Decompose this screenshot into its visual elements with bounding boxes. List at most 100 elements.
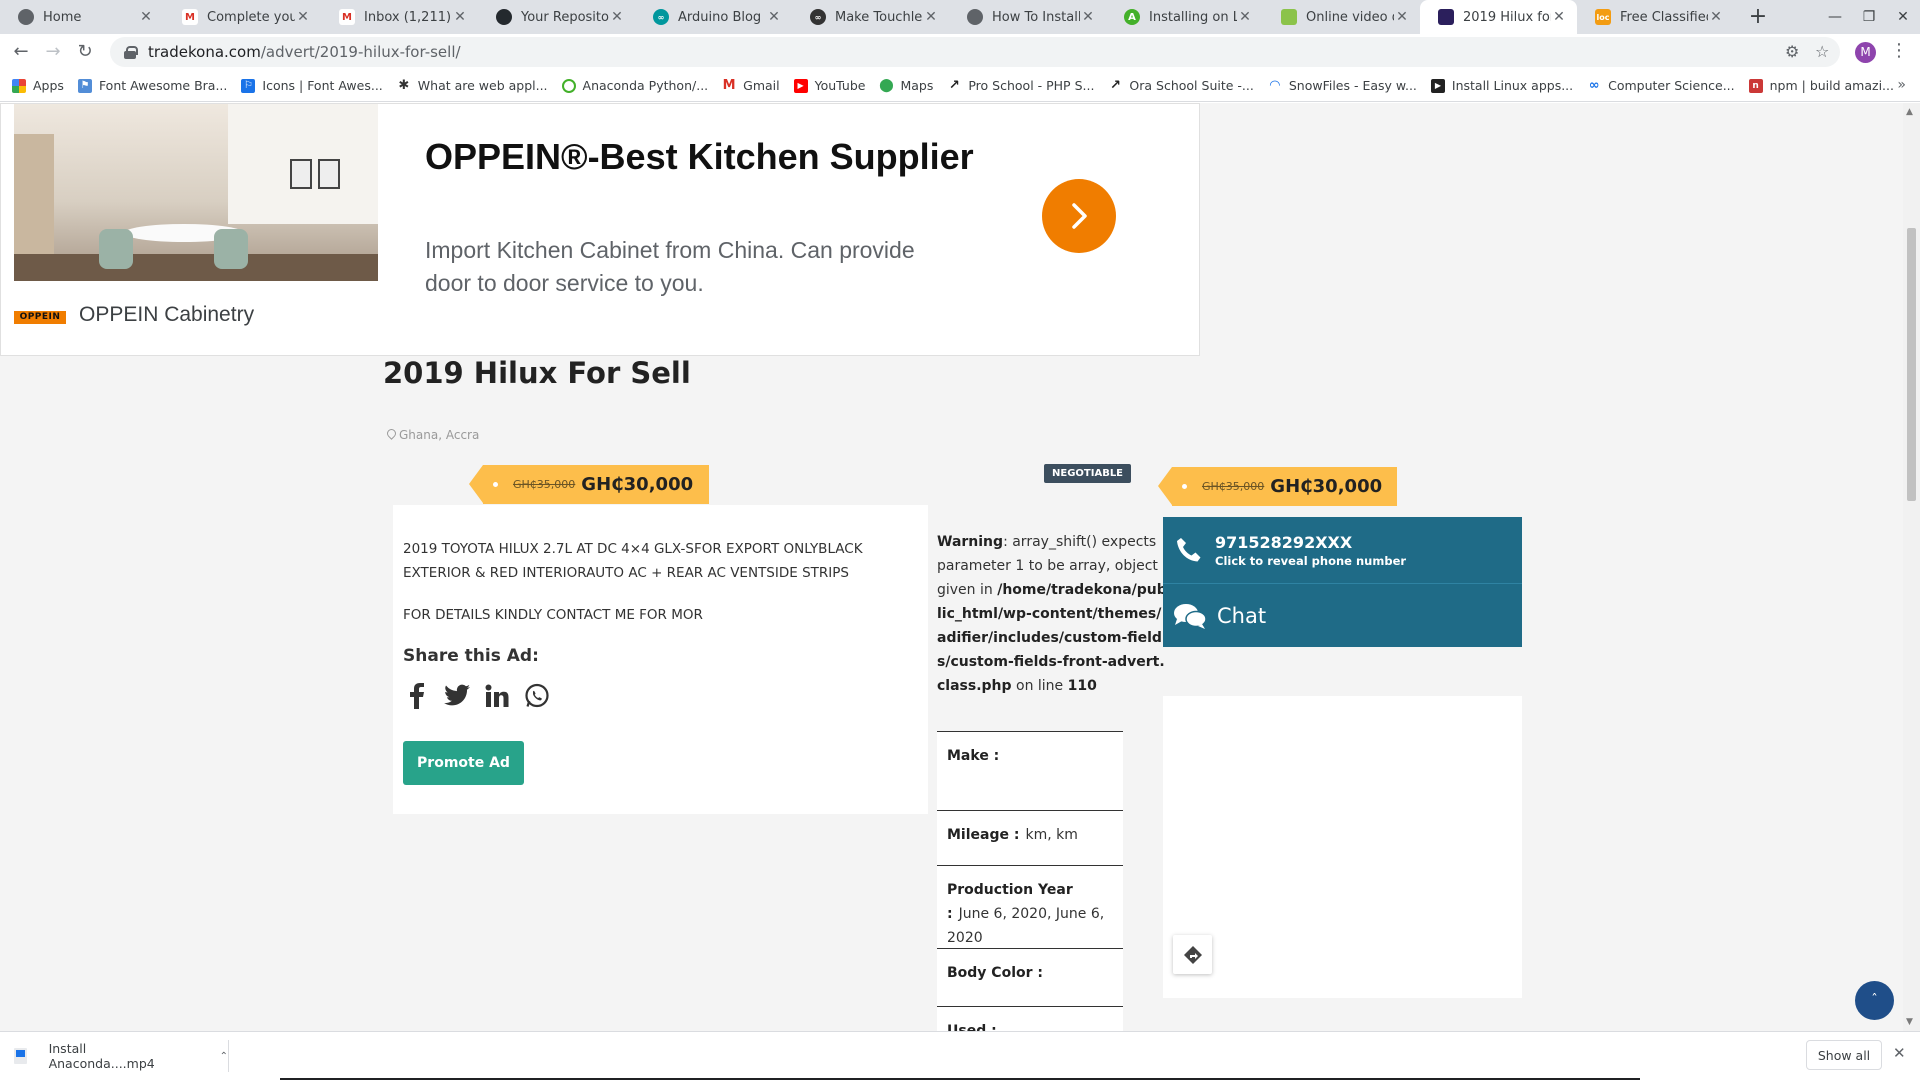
close-icon[interactable]: ✕ xyxy=(923,9,939,25)
page-viewport: OPPEIN®-Best Kitchen Supplier Import Kit… xyxy=(0,103,1903,1031)
linkedin-icon[interactable] xyxy=(483,682,511,710)
address-bar[interactable]: tradekona.com/advert/2019-hilux-for-sell… xyxy=(110,37,1840,67)
close-icon[interactable]: ✕ xyxy=(1237,9,1253,25)
bookmark-pro-school[interactable]: ↗ Pro School - PHP S... xyxy=(947,78,1095,93)
close-icon[interactable]: ✕ xyxy=(1551,9,1567,25)
ad-kitchen-image[interactable] xyxy=(14,104,378,281)
close-icon[interactable]: ✕ xyxy=(138,9,154,25)
tab-how-to-install[interactable]: How To Install th... ✕ xyxy=(949,0,1106,34)
globe-icon xyxy=(18,9,34,25)
spec-value: km, km xyxy=(1025,827,1078,843)
more-bookmarks-icon[interactable]: » xyxy=(1897,77,1906,93)
reveal-phone-button[interactable]: 971528292XXX Click to reveal phone numbe… xyxy=(1163,517,1522,584)
bookmark-ora-school[interactable]: ↗ Ora School Suite -... xyxy=(1108,78,1254,93)
tag-hole xyxy=(493,482,498,487)
bookmark-maps[interactable]: ⬤ Maps xyxy=(879,78,933,93)
bookmark-icons-font-awesome[interactable]: ⚐ Icons | Font Awes... xyxy=(241,78,383,93)
new-tab-button[interactable]: + xyxy=(1745,4,1771,30)
price-new: GH₵30,000 xyxy=(581,474,694,495)
close-icon[interactable]: ✕ xyxy=(766,9,782,25)
tab-inbox[interactable]: M Inbox (1,211) - a... ✕ xyxy=(321,0,478,34)
bookmark-font-awesome[interactable]: ⚑ Font Awesome Bra... xyxy=(77,78,227,93)
forward-button[interactable]: → xyxy=(40,39,66,65)
tab-complete-your[interactable]: M Complete your c... ✕ xyxy=(164,0,321,34)
ad-open-button[interactable] xyxy=(1042,179,1116,253)
scrollbar-thumb[interactable] xyxy=(1907,228,1916,501)
download-item[interactable]: Install Anaconda....mp4 ⌃ xyxy=(14,1040,229,1072)
bookmark-install-linux[interactable]: ▶ Install Linux apps... xyxy=(1430,78,1573,93)
pro-school-icon: ↗ xyxy=(948,78,960,93)
spec-body-color: Body Color : xyxy=(937,948,1123,1006)
show-all-downloads-button[interactable]: Show all xyxy=(1806,1040,1882,1070)
tab-arduino-blog[interactable]: ∞ Arduino Blog » A... ✕ xyxy=(635,0,792,34)
close-icon[interactable]: ✕ xyxy=(1708,9,1724,25)
close-download-shelf-icon[interactable]: ✕ xyxy=(1893,1044,1906,1062)
twitter-icon[interactable] xyxy=(443,682,471,710)
bookmark-star-icon[interactable]: ☆ xyxy=(1815,42,1829,61)
close-icon[interactable]: ✕ xyxy=(609,9,625,25)
reload-button[interactable]: ↻ xyxy=(72,39,98,65)
page-scrollbar[interactable]: ▲ ▼ xyxy=(1903,103,1920,1031)
chat-bubbles-icon xyxy=(1174,603,1207,629)
bookmark-label: Ora School Suite -... xyxy=(1129,78,1254,93)
bookmark-gmail[interactable]: M Gmail xyxy=(722,78,780,93)
close-icon[interactable]: ✕ xyxy=(1394,9,1410,25)
close-icon[interactable]: ✕ xyxy=(295,9,311,25)
window-close-button[interactable]: ✕ xyxy=(1886,0,1920,34)
bookmark-label: npm | build amazi... xyxy=(1769,78,1894,93)
snowfiles-icon: ◠ xyxy=(1269,78,1280,93)
terminal-icon: ▶ xyxy=(1430,78,1445,93)
arduino-icon: ∞ xyxy=(653,9,669,25)
chat-button[interactable]: Chat xyxy=(1163,584,1522,647)
scroll-down-icon[interactable]: ▼ xyxy=(1906,1017,1913,1027)
tab-make-touchless[interactable]: ∞ Make Touchless... ✕ xyxy=(792,0,949,34)
promote-ad-button[interactable]: Promote Ad xyxy=(403,741,524,785)
github-icon xyxy=(496,9,512,25)
ad-banner[interactable]: OPPEIN®-Best Kitchen Supplier Import Kit… xyxy=(0,103,1200,356)
share-title: Share this Ad: xyxy=(403,646,539,666)
tab-installing-linux[interactable]: A Installing on Linu... ✕ xyxy=(1106,0,1263,34)
bookmark-label: What are web appl... xyxy=(417,78,548,93)
back-button[interactable]: ← xyxy=(8,39,34,65)
tab-repositories[interactable]: Your Repositorie... ✕ xyxy=(478,0,635,34)
spec-key: Make : xyxy=(947,748,1000,764)
bookmark-npm[interactable]: n npm | build amazi... xyxy=(1748,78,1894,93)
minimize-button[interactable]: — xyxy=(1818,0,1852,34)
tab-online-video[interactable]: Online video dow... ✕ xyxy=(1263,0,1420,34)
chevron-up-icon[interactable]: ⌃ xyxy=(220,1051,228,1062)
bookmark-web-apps[interactable]: ✱ What are web appl... xyxy=(397,78,548,93)
tab-free-classifieds[interactable]: loc Free Classifieds... ✕ xyxy=(1577,0,1734,34)
lock-icon[interactable] xyxy=(124,46,138,59)
restore-button[interactable]: ❐ xyxy=(1852,0,1886,34)
close-icon[interactable]: ✕ xyxy=(452,9,468,25)
translate-icon[interactable]: ⚙ xyxy=(1785,42,1799,61)
close-icon[interactable]: ✕ xyxy=(1080,9,1096,25)
browser-menu-icon[interactable]: ⋮ xyxy=(1890,40,1908,61)
ad-title[interactable]: OPPEIN®-Best Kitchen Supplier xyxy=(425,136,974,178)
ad-brand-name[interactable]: OPPEIN Cabinetry xyxy=(79,303,254,327)
price-old: GH₵35,000 xyxy=(1202,480,1265,493)
tab-hilux-active[interactable]: 2019 Hilux for se... ✕ xyxy=(1420,0,1577,34)
spec-make: Make : xyxy=(937,731,1123,810)
location-text: Ghana, Accra xyxy=(399,428,480,442)
scroll-up-icon[interactable]: ▲ xyxy=(1906,107,1913,117)
bookmark-youtube[interactable]: ▶ YouTube xyxy=(793,78,865,93)
scroll-to-top-button[interactable]: ˆ xyxy=(1855,981,1894,1020)
facebook-icon[interactable] xyxy=(403,682,431,710)
url-path: /advert/2019-hilux-for-sell/ xyxy=(260,43,461,61)
apps-grid-icon xyxy=(12,78,26,93)
bookmark-anaconda[interactable]: Anaconda Python/... xyxy=(561,78,708,93)
youtube-icon: ▶ xyxy=(793,78,808,93)
tab-label: Free Classifieds... xyxy=(1620,9,1708,25)
maps-icon: ⬤ xyxy=(879,78,894,93)
bookmark-apps[interactable]: Apps xyxy=(12,78,64,93)
bookmark-snowfiles[interactable]: ◠ SnowFiles - Easy w... xyxy=(1268,78,1417,93)
profile-avatar[interactable]: M xyxy=(1855,42,1876,63)
bookmark-computer-science[interactable]: ∞ Computer Science... xyxy=(1587,78,1735,93)
whatsapp-icon[interactable] xyxy=(523,682,551,710)
anaconda-icon: A xyxy=(1124,9,1140,25)
tab-home[interactable]: Home ✕ xyxy=(0,0,164,34)
url-host: tradekona.com xyxy=(148,43,261,61)
instructables-icon: ∞ xyxy=(810,9,826,25)
directions-button[interactable] xyxy=(1173,935,1212,974)
